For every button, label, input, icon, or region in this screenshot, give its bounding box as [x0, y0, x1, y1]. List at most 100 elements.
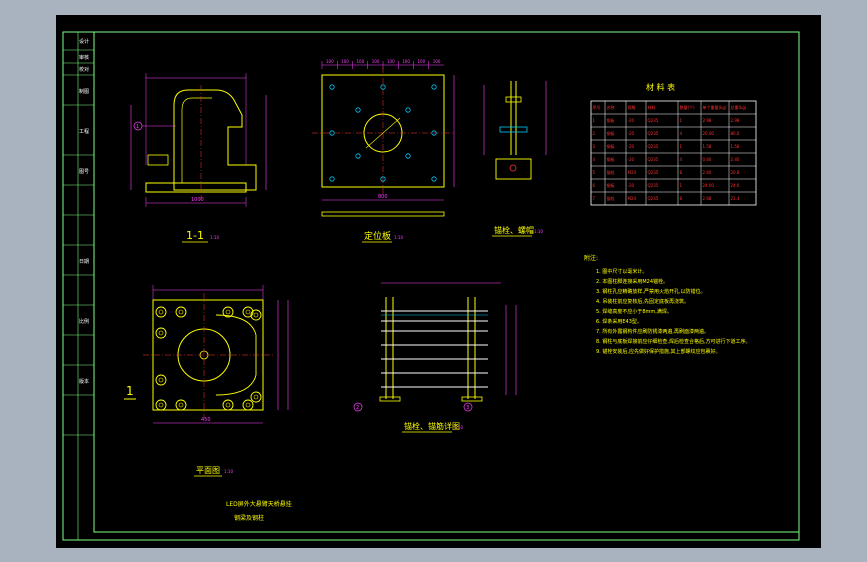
tb-cell-4: 制图: [79, 88, 89, 95]
notes-block: 附注: 1. 图中尺寸以毫米计。 2. 本图柱脚连接采用M24锚栓。 3. 钢柱孔应…: [584, 254, 751, 355]
top-dim-3: 100: [372, 59, 380, 64]
plan-bolt-holes: [155, 306, 262, 411]
material-cell: 3: [593, 144, 596, 149]
bolt-label: 锚栓、螺帽: [494, 225, 534, 235]
material-cell: 20.8: [731, 170, 740, 175]
material-cell: 4: [680, 131, 683, 136]
material-cell: -20: [628, 157, 635, 162]
material-cell: 钢板: [607, 156, 615, 162]
tb-cell-7: 日期: [79, 259, 89, 265]
bolt-view: 锚栓、螺帽 1:10: [483, 81, 547, 237]
material-cell: 锚栓: [607, 195, 615, 201]
material-cell: 24.00: [703, 183, 715, 188]
note-4: 4. 吊装柱前应复核后,先固定底板再浇筑。: [596, 298, 689, 305]
tb-cell-9: 版本: [79, 378, 89, 385]
drawing-sheet: 设计 审核 校对 制图 工程 图号 日期 比例 版本 1000 1 1-1 1:…: [56, 15, 821, 548]
locating-plate-scale: 1:10: [394, 235, 403, 240]
plan-bolt-hole: [155, 399, 167, 411]
section-callout-label: 1: [136, 124, 139, 130]
material-header-6: 总重(kg): [731, 104, 747, 110]
plate-hole: [355, 107, 361, 113]
plan-bolt-hole: [155, 327, 167, 339]
top-dim-1: 100: [341, 59, 349, 64]
material-cell: 1.58: [703, 144, 712, 149]
material-cell: 4: [593, 157, 596, 162]
material-cell: Q235: [648, 131, 659, 136]
section-label: 1-1: [186, 229, 204, 242]
top-dim-6: 100: [418, 59, 426, 64]
note-5: 5. 焊缝高度不应小于8mm,满焊。: [596, 308, 672, 315]
note-8: 8. 钢柱与底板焊接前应仔细检查,焊后检查合格后,方可进行下道工序。: [596, 338, 751, 345]
bolt-anchor-plate: [495, 158, 532, 180]
top-dim-2: 100: [357, 59, 365, 64]
material-cell: 1: [593, 118, 596, 123]
section-base-plate: [145, 182, 247, 193]
material-header-5: 单个重量(kg): [703, 104, 727, 110]
material-cell: 24.0: [731, 183, 740, 188]
drawing-title-line2: 钢梁及钢柱: [234, 514, 264, 522]
locating-plate-label: 定位板: [364, 230, 391, 242]
tb-cell-3: 校对: [79, 66, 89, 73]
cut-mark: 1: [126, 384, 134, 398]
note-1: 1. 图中尺寸以毫米计。: [596, 268, 647, 275]
anchor-detail-view: 2 3 锚栓、锚筋详图 1:10: [353, 282, 517, 433]
tb-cell-8: 比例: [79, 318, 89, 325]
anchor-callout-3-label: 3: [466, 405, 469, 411]
material-cell: 1: [680, 118, 683, 123]
material-table: 材 料 表 序号 名称 规格 材料 数量(个) 单个重量(kg) 总重(kg) 1 钢板 -20 Q…: [590, 82, 757, 206]
plan-bolt-hole: [155, 374, 167, 386]
bolt-scale: 1:10: [534, 229, 543, 234]
material-cell: Q235: [648, 183, 659, 188]
material-cell: 1: [680, 144, 683, 149]
anchor-foot-right: [461, 396, 483, 402]
section-scale: 1:10: [210, 235, 219, 240]
section-view: 1000 1 1-1 1:10: [130, 73, 267, 243]
bolt-washer: [499, 126, 528, 133]
tb-cell-6: 图号: [79, 169, 89, 175]
material-cell: 80.0: [731, 131, 740, 136]
material-cell: 4: [680, 157, 683, 162]
material-table-title: 材 料 表: [646, 82, 675, 92]
note-7: 7. 所有外露钢构件应刷防锈漆两遍,再刷面漆两遍。: [596, 328, 709, 335]
material-cell: -20: [628, 118, 635, 123]
material-cell: 8: [680, 196, 683, 201]
plan-bolt-hole: [222, 399, 234, 411]
notes-heading: 附注:: [584, 254, 598, 262]
title-block-strip: 设计 审核 校对 制图 工程 图号 日期 比例 版本: [63, 32, 94, 540]
plan-bolt-hole: [155, 306, 167, 318]
material-cell: 钢板: [607, 182, 615, 188]
bolt-section-hole: [509, 164, 517, 172]
section-column: [173, 89, 257, 191]
material-cell: Q235: [648, 170, 659, 175]
material-cell: 0.60: [703, 157, 712, 162]
top-dim-7: 100: [433, 59, 441, 64]
material-cell: 2.40: [731, 157, 740, 162]
material-cell: -20: [628, 144, 635, 149]
plan-bolt-hole: [250, 391, 262, 403]
material-cell: 钢板: [607, 143, 615, 149]
anchor-callout-2-label: 2: [356, 405, 359, 411]
material-cell: Q235: [648, 144, 659, 149]
tb-cell-2: 审核: [79, 54, 89, 61]
material-cell: 1: [680, 183, 683, 188]
material-cell: 2.98: [731, 118, 740, 123]
material-header-0: 序号: [593, 104, 601, 110]
plate-hole: [431, 84, 437, 90]
material-cell: 1.58: [731, 144, 740, 149]
note-2: 2. 本图柱脚连接采用M24锚栓。: [596, 278, 668, 285]
material-cell: 钢板: [607, 130, 615, 136]
material-cell: -20: [628, 131, 635, 136]
material-cell: 锚栓: [607, 169, 615, 175]
bolt-nut-top: [505, 96, 522, 103]
plan-width-dim: 450: [201, 417, 211, 423]
plate-hole: [329, 84, 335, 90]
plate-hole: [405, 153, 411, 159]
plate-hole: [405, 107, 411, 113]
note-3: 3. 钢柱孔应精确放样,严禁用火焰开孔,以防错位。: [596, 288, 706, 295]
plan-view: 450 1 平面图 1:10: [124, 285, 289, 477]
plate-hole: [355, 153, 361, 159]
material-header-3: 材料: [648, 104, 656, 110]
material-cell: Q235: [648, 196, 659, 201]
material-header-4: 数量(个): [680, 104, 696, 110]
plan-bolt-hole: [175, 399, 187, 411]
